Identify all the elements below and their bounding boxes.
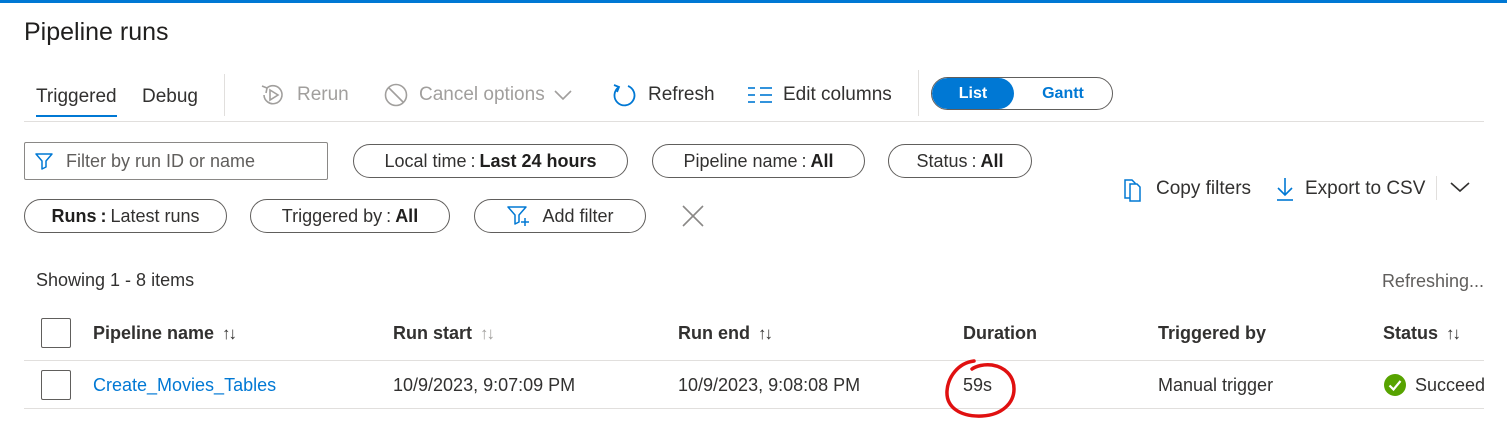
column-label: Triggered by [1158,323,1267,343]
triggered-by-filter-label: Triggered by [281,205,383,226]
gantt-view-option[interactable]: Gantt [1014,78,1112,109]
columns-icon [748,87,772,103]
sort-icon: ↑↓ [758,323,773,343]
pipeline-name-filter-value: All [810,150,834,171]
runs-filter-value: Latest runs [110,205,200,226]
list-view-option[interactable]: List [932,78,1014,109]
pipeline-name-link[interactable]: Create_Movies_Tables [93,375,276,396]
column-header-pipeline-name[interactable]: Pipeline name ↑↓ [93,323,237,344]
local-time-filter-value: Last 24 hours [479,150,597,171]
rerun-label: Rerun [297,84,349,105]
row-checkbox[interactable] [41,370,71,400]
triggered-by-filter[interactable]: Triggered by : All [250,199,450,233]
cancel-options-label: Cancel options [419,84,545,105]
filter-separator: : [470,150,476,171]
status-cell: Succeed [1383,373,1485,397]
page-title: Pipeline runs [24,18,169,46]
run-end-cell: 10/9/2023, 9:08:08 PM [678,375,861,395]
copy-filters-button[interactable]: Copy filters [1122,176,1251,202]
run-start-cell: 10/9/2023, 9:07:09 PM [393,375,576,395]
sort-icon: ↑↓ [222,323,237,343]
runs-filter[interactable]: Runs : Latest runs [24,199,227,233]
column-label: Run end [678,323,750,343]
filter-separator: : [100,205,107,226]
pipeline-name-filter[interactable]: Pipeline name : All [652,144,865,178]
edit-columns-button[interactable]: Edit columns [747,80,892,110]
refresh-icon [613,83,636,106]
chevron-down-icon [554,90,572,101]
tab-debug[interactable]: Debug [142,86,198,108]
status-label: Succeed [1415,374,1486,395]
export-csv-label: Export to CSV [1305,178,1426,199]
status-filter-label: Status [916,150,968,171]
export-csv-button[interactable]: Export to CSV [1275,176,1425,202]
rerun-icon [261,84,283,105]
local-time-filter-label: Local time [384,150,467,171]
view-toggle: List Gantt [931,77,1113,110]
refresh-button[interactable]: Refresh [611,80,715,110]
refresh-label: Refresh [648,84,715,105]
filter-separator: : [801,150,807,171]
column-header-triggered-by[interactable]: Triggered by [1158,323,1266,344]
column-header-run-end[interactable]: Run end ↑↓ [678,323,773,344]
status-filter-value: All [980,150,1004,171]
column-label: Status [1383,323,1439,343]
rerun-button[interactable]: Rerun [259,80,349,110]
column-header-duration[interactable]: Duration [963,323,1037,344]
column-label: Pipeline name [93,323,215,343]
pipeline-name-filter-label: Pipeline name [683,150,798,171]
column-label: Run start [393,323,473,343]
tabs-divider [24,121,1484,122]
red-annotation-circle [945,359,1016,418]
column-label: Duration [963,323,1037,343]
local-time-filter[interactable]: Local time : Last 24 hours [353,144,628,178]
copy-icon [1124,179,1141,202]
search-input[interactable] [64,149,308,173]
triggered-by-filter-value: All [395,205,419,226]
cancel-icon [384,83,408,107]
top-accent-bar [0,0,1507,3]
row-divider [24,408,1484,409]
toolbar-divider [224,74,225,116]
add-filter-icon [507,206,530,226]
filter-icon [35,153,53,170]
items-count: Showing 1 - 8 items [36,270,195,290]
toolbar-divider-2 [918,70,919,116]
select-all-checkbox[interactable] [41,318,71,348]
cancel-options-button[interactable]: Cancel options [383,80,573,110]
filter-separator: : [971,150,977,171]
runs-filter-label: Runs [51,205,97,226]
chevron-down-icon[interactable] [1449,180,1471,194]
filter-separator: : [386,205,392,226]
column-header-status[interactable]: Status ↑↓ [1383,323,1461,344]
tab-triggered[interactable]: Triggered [36,86,117,117]
table-header-divider [24,360,1484,361]
edit-columns-label: Edit columns [783,84,892,105]
status-filter[interactable]: Status : All [888,144,1032,178]
refresh-status: Refreshing... [1381,271,1484,291]
download-icon [1277,178,1293,201]
column-header-run-start[interactable]: Run start ↑↓ [393,323,495,344]
success-check-icon [1384,374,1406,396]
clear-filters-icon[interactable] [680,203,706,229]
sort-icon: ↑↓ [480,323,495,343]
sort-icon: ↑↓ [1446,323,1461,343]
add-filter-button[interactable]: Add filter [474,199,646,233]
triggered-by-cell: Manual trigger [1158,375,1274,395]
copy-filters-label: Copy filters [1156,178,1252,199]
search-box [24,142,328,180]
add-filter-label: Add filter [542,205,614,226]
actions-divider [1436,176,1437,200]
